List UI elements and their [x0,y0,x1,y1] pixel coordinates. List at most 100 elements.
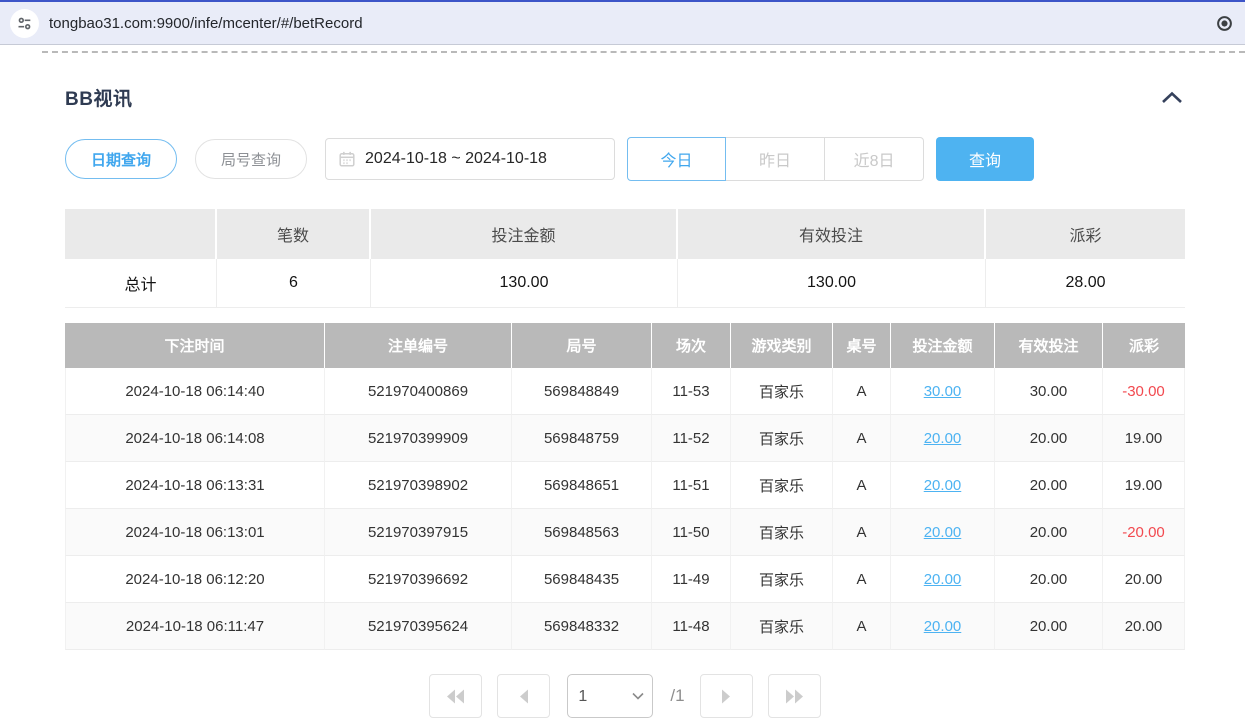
last-8-days-button[interactable]: 近8日 [825,137,924,181]
bet-record-panel: BB视讯 日期查询 局号查询 [0,84,1245,718]
last-page-button[interactable] [768,674,821,718]
bet-amount-link[interactable]: 20.00 [924,524,962,541]
collapse-chevron-up-icon[interactable] [1159,89,1185,106]
quick-date-button-group: 今日 昨日 近8日 [627,137,924,181]
cell-game-type: 百家乐 [731,415,833,462]
yesterday-button[interactable]: 昨日 [726,137,825,181]
bet-amount-link[interactable]: 20.00 [924,430,962,447]
cell-table-no: A [833,603,891,650]
cell-table-no: A [833,556,891,603]
header-table-no: 桌号 [833,323,891,368]
today-button[interactable]: 今日 [627,137,726,181]
cell-valid-bet: 20.00 [995,415,1103,462]
cell-bet-time: 2024-10-18 06:12:20 [65,556,325,603]
cell-order-no: 521970398902 [325,462,512,509]
cell-payout: -30.00 [1103,368,1185,415]
cell-valid-bet: 20.00 [995,603,1103,650]
bet-amount-link[interactable]: 20.00 [924,571,962,588]
bet-amount-link[interactable]: 20.00 [924,477,962,494]
cell-table-no: A [833,509,891,556]
cell-bet-amount: 20.00 [891,603,995,650]
browser-address-bar[interactable]: tongbao31.com:9900/infe/mcenter/#/betRec… [0,2,1245,45]
cell-bet-amount: 20.00 [891,462,995,509]
date-range-value: 2024-10-18 ~ 2024-10-18 [365,150,547,168]
summary-count-value: 6 [217,259,371,308]
round-query-tab[interactable]: 局号查询 [195,139,307,179]
cell-round-no: 569848435 [512,556,652,603]
summary-payout-value: 28.00 [986,259,1185,308]
header-session: 场次 [652,323,731,368]
summary-total-row: 总计 6 130.00 130.00 28.00 [65,259,1185,308]
bet-table-body: 2024-10-18 06:14:40521970400869569848849… [65,368,1185,650]
cell-payout: 20.00 [1103,556,1185,603]
pagination: 1 /1 [65,674,1185,718]
bet-amount-link[interactable]: 30.00 [924,383,962,400]
cell-game-type: 百家乐 [731,603,833,650]
cell-bet-amount: 20.00 [891,415,995,462]
date-range-input[interactable]: 2024-10-18 ~ 2024-10-18 [325,138,615,180]
table-row: 2024-10-18 06:11:47521970395624569848332… [65,603,1185,650]
header-payout: 派彩 [1103,323,1185,368]
table-row: 2024-10-18 06:13:01521970397915569848563… [65,509,1185,556]
bet-record-table: 下注时间 注单编号 局号 场次 游戏类别 桌号 投注金额 有效投注 派彩 202… [65,323,1185,650]
cell-valid-bet: 20.00 [995,509,1103,556]
page-title: BB视讯 [65,84,132,111]
prev-page-button[interactable] [497,674,550,718]
summary-table: 笔数 投注金额 有效投注 派彩 总计 6 130.00 130.00 28.00 [65,209,1185,308]
cell-table-no: A [833,415,891,462]
header-valid-bet: 有效投注 [995,323,1103,368]
cell-payout: 20.00 [1103,603,1185,650]
cell-round-no: 569848563 [512,509,652,556]
cell-round-no: 569848849 [512,368,652,415]
cell-session: 11-48 [652,603,731,650]
cell-session: 11-53 [652,368,731,415]
cell-round-no: 569848332 [512,603,652,650]
cell-valid-bet: 30.00 [995,368,1103,415]
dashed-separator [42,51,1245,53]
header-bet-amount: 投注金额 [891,323,995,368]
cell-bet-time: 2024-10-18 06:11:47 [65,603,325,650]
cell-valid-bet: 20.00 [995,462,1103,509]
page-select[interactable]: 1 [567,674,653,718]
cell-payout: -20.00 [1103,509,1185,556]
cell-game-type: 百家乐 [731,556,833,603]
cell-payout: 19.00 [1103,415,1185,462]
table-row: 2024-10-18 06:14:08521970399909569848759… [65,415,1185,462]
summary-header-valid-bet: 有效投注 [678,209,986,259]
header-bet-time: 下注时间 [65,323,325,368]
summary-header-bet-amount: 投注金额 [371,209,678,259]
cell-order-no: 521970400869 [325,368,512,415]
cell-bet-time: 2024-10-18 06:14:40 [65,368,325,415]
cell-bet-amount: 20.00 [891,509,995,556]
cell-order-no: 521970396692 [325,556,512,603]
cell-round-no: 569848651 [512,462,652,509]
summary-bet-amount-value: 130.00 [371,259,678,308]
page: tongbao31.com:9900/infe/mcenter/#/betRec… [0,0,1245,720]
site-settings-icon[interactable] [10,9,39,38]
first-page-button[interactable] [429,674,482,718]
cell-table-no: A [833,462,891,509]
cell-session: 11-49 [652,556,731,603]
url-text[interactable]: tongbao31.com:9900/infe/mcenter/#/betRec… [49,15,363,32]
cell-bet-amount: 30.00 [891,368,995,415]
total-pages-label: /1 [670,686,684,706]
cell-game-type: 百家乐 [731,368,833,415]
search-button[interactable]: 查询 [936,137,1034,181]
cell-bet-time: 2024-10-18 06:13:01 [65,509,325,556]
bet-amount-link[interactable]: 20.00 [924,618,962,635]
calendar-icon [339,151,355,167]
cell-valid-bet: 20.00 [995,556,1103,603]
cell-table-no: A [833,368,891,415]
cell-session: 11-52 [652,415,731,462]
next-page-button[interactable] [700,674,753,718]
cell-game-type: 百家乐 [731,462,833,509]
page-select-input[interactable]: 1 [567,674,653,718]
summary-total-label: 总计 [65,259,217,308]
cell-session: 11-51 [652,462,731,509]
header-round-no: 局号 [512,323,652,368]
header-order-no: 注单编号 [325,323,512,368]
cell-bet-time: 2024-10-18 06:13:31 [65,462,325,509]
target-icon[interactable] [1216,15,1233,32]
cell-bet-time: 2024-10-18 06:14:08 [65,415,325,462]
date-query-tab[interactable]: 日期查询 [65,139,177,179]
